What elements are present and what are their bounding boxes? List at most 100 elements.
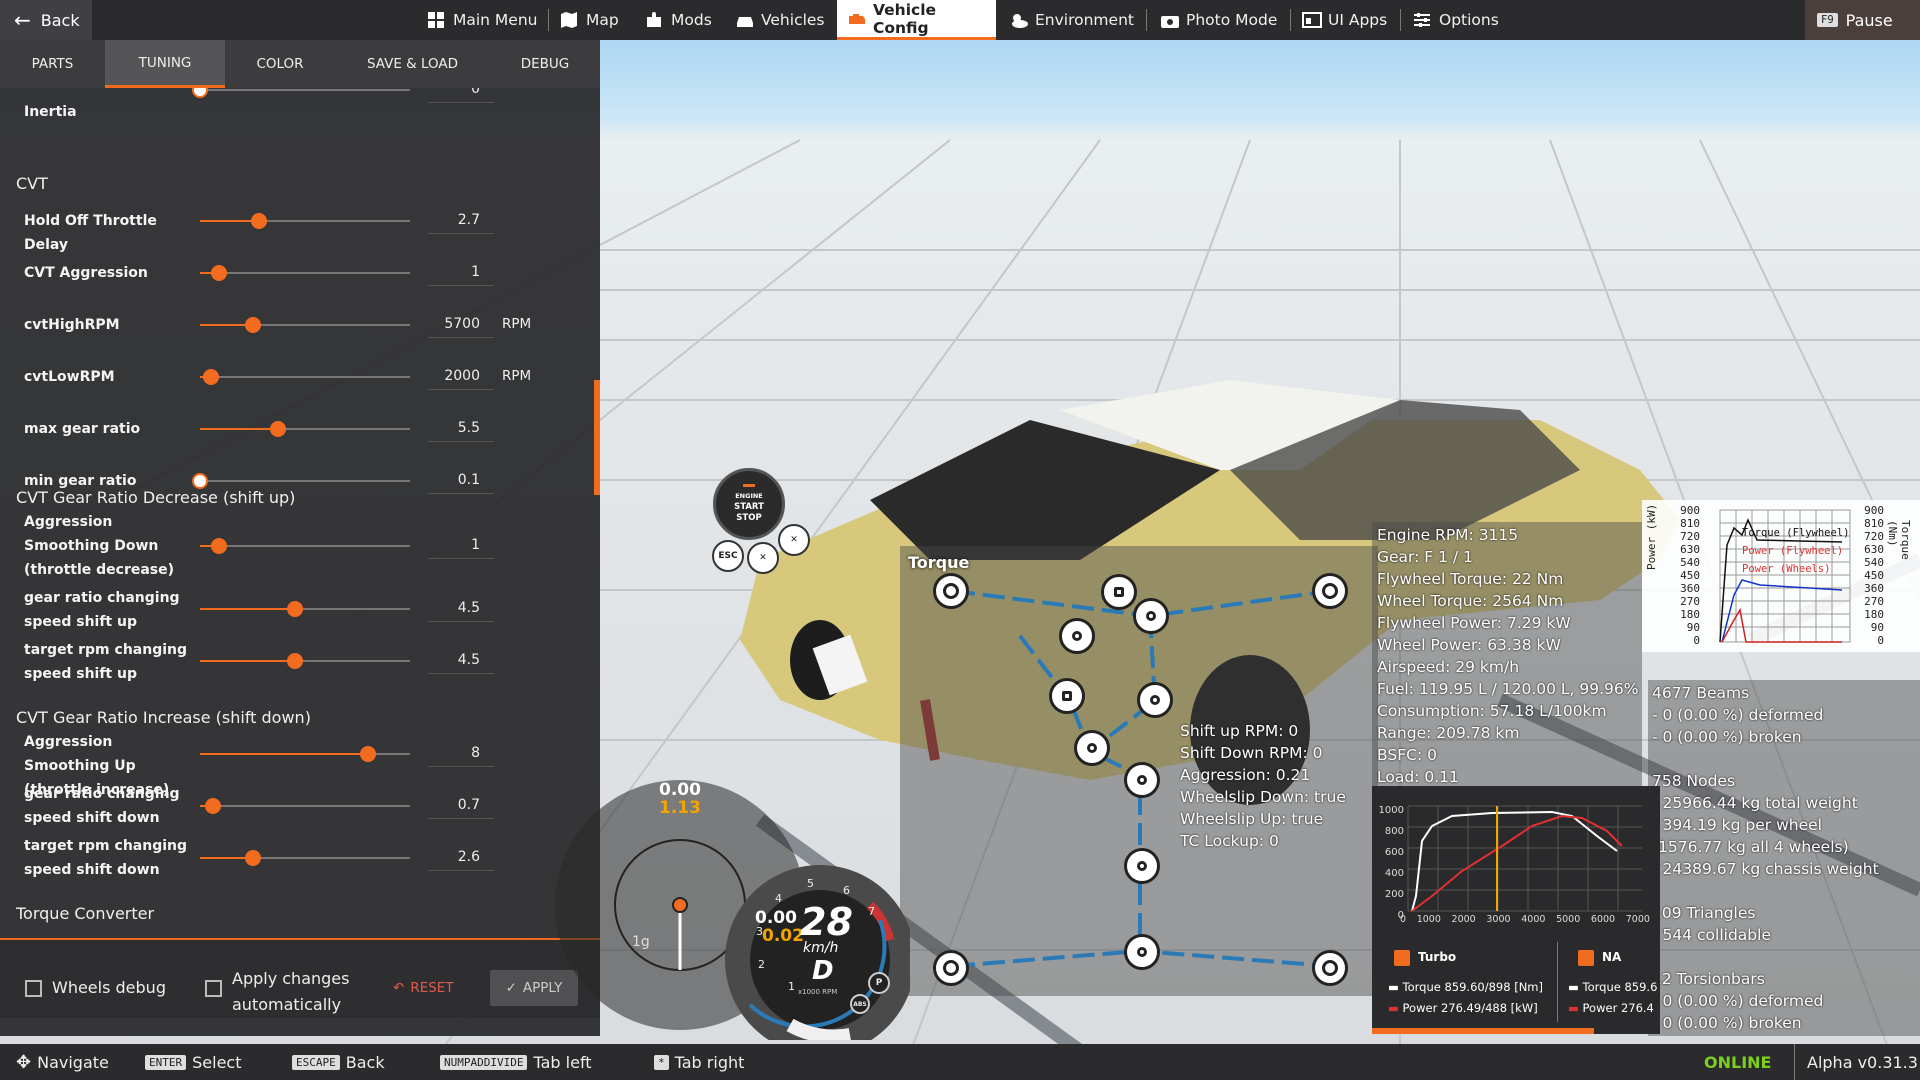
value-field[interactable]: 1 <box>428 532 494 559</box>
section-title: CVT <box>16 174 48 193</box>
slider-knob[interactable] <box>192 473 208 489</box>
value-field[interactable]: 4.5 <box>428 647 494 674</box>
abs-icon: ABS <box>850 994 870 1014</box>
menu-main-menu[interactable]: Main Menu <box>417 0 548 40</box>
slider-knob[interactable] <box>244 850 261 866</box>
value-field[interactable]: 2000 <box>428 363 494 390</box>
rpm-readout-sub: 0.02 <box>762 926 804 946</box>
value-field[interactable]: 8 <box>428 740 494 767</box>
wheel-node-icon[interactable] <box>1312 573 1348 609</box>
slider-knob[interactable] <box>286 601 303 617</box>
slider-gear-ratio-shift-down[interactable] <box>200 798 410 814</box>
tick: 180 <box>1864 608 1884 621</box>
na-checkbox[interactable] <box>1578 950 1594 966</box>
esc-icon[interactable]: ESC <box>712 540 744 572</box>
menu-photo-mode[interactable]: Photo Mode <box>1150 0 1287 40</box>
value-field[interactable]: 0 <box>428 88 494 103</box>
turbo-node-icon[interactable] <box>1059 618 1095 654</box>
shaft-node-icon[interactable] <box>1124 848 1160 884</box>
tab-tuning[interactable]: TUNING <box>105 40 225 88</box>
slider-knob[interactable] <box>360 746 376 762</box>
slider-knob[interactable] <box>210 265 227 281</box>
slider-gear-ratio-shift-up[interactable] <box>200 601 410 617</box>
hint-select[interactable]: ENTER Select <box>145 1044 241 1080</box>
shaft-node-icon[interactable] <box>1137 682 1173 718</box>
slider-knob[interactable] <box>269 421 286 437</box>
value-field[interactable]: 1 <box>428 259 494 286</box>
differential-lock-icon[interactable]: ✕ <box>747 542 779 574</box>
value-field[interactable]: 5700 <box>428 311 494 338</box>
weather-icon <box>1009 11 1028 29</box>
tab-parts[interactable]: PARTS <box>0 40 105 88</box>
hint-tab-right[interactable]: * Tab right <box>654 1044 744 1080</box>
slider-cvt-high-rpm[interactable] <box>200 317 410 333</box>
value-field[interactable]: 2.6 <box>428 844 494 871</box>
reset-button[interactable]: ↶ RESET <box>393 980 454 996</box>
rpm-tick: 2 <box>758 958 765 971</box>
tab-color[interactable]: COLOR <box>225 40 335 88</box>
slider-knob[interactable] <box>202 369 219 385</box>
apply-auto-checkbox[interactable] <box>205 980 222 997</box>
wheel-node-icon[interactable] <box>933 573 969 609</box>
unit-label: RPM <box>502 368 532 384</box>
slider-max-gear-ratio[interactable] <box>200 421 410 437</box>
info-line: - 394.19 kg per wheel <box>1652 816 1822 834</box>
tuning-list[interactable]: Inertia 0 CVT Hold Off Throttle Delay 2.… <box>0 88 600 978</box>
menu-options[interactable]: Options <box>1403 0 1509 40</box>
differential-node-icon[interactable] <box>1124 762 1160 798</box>
slider-aggression-smoothing-up[interactable] <box>200 746 410 762</box>
pause-button[interactable]: F9 Pause <box>1805 0 1920 40</box>
differential-node-icon[interactable] <box>1124 934 1160 970</box>
section-title: CVT Gear Ratio Increase (shift down) <box>16 708 311 727</box>
wheels-debug-checkbox[interactable] <box>25 980 42 997</box>
slider-hold-off-throttle-delay[interactable] <box>200 213 410 229</box>
panel-scrollbar[interactable] <box>594 380 600 495</box>
value-field[interactable]: 0.1 <box>428 467 494 494</box>
tab-debug[interactable]: DEBUG <box>490 40 600 88</box>
slider-knob[interactable] <box>192 88 208 98</box>
value-field[interactable]: 4.5 <box>428 595 494 622</box>
hint-tab-left[interactable]: NUMPADDIVIDE Tab left <box>440 1044 592 1080</box>
menu-vehicles[interactable]: Vehicles <box>725 0 835 40</box>
gearbox-node-icon[interactable] <box>1049 678 1085 714</box>
hint-back[interactable]: ESCAPE Back <box>292 1044 385 1080</box>
tick: 810 <box>1680 517 1700 530</box>
info-line: - 0 (0.00 %) broken <box>1652 1014 1802 1032</box>
slider-knob[interactable] <box>204 798 221 814</box>
menu-map[interactable]: Map <box>550 0 629 40</box>
slider-min-gear-ratio[interactable] <box>192 473 410 489</box>
tab-save-load[interactable]: SAVE & LOAD <box>335 40 490 88</box>
slider-knob[interactable] <box>244 317 261 333</box>
info-line: - 0 (0.00 %) deformed <box>1652 992 1824 1010</box>
slider-cvt-aggression[interactable] <box>200 265 410 281</box>
wheel-node-icon[interactable] <box>933 950 969 986</box>
value-field[interactable]: 2.7 <box>428 207 494 234</box>
clutch-node-icon[interactable] <box>1074 730 1110 766</box>
slider-cvt-low-rpm[interactable] <box>200 369 410 385</box>
slider-inertia[interactable] <box>192 88 410 98</box>
value-field[interactable]: 5.5 <box>428 415 494 442</box>
hint-navigate[interactable]: ✥ Navigate <box>16 1044 109 1080</box>
speed-value: 28 <box>800 900 853 944</box>
slider-target-rpm-shift-down[interactable] <box>200 850 410 866</box>
menu-mods[interactable]: Mods <box>635 0 722 40</box>
tick: 360 <box>1680 582 1700 595</box>
wheels-debug-label: Wheels debug <box>52 978 166 997</box>
menu-vehicle-config[interactable]: Vehicle Config <box>837 0 996 40</box>
slider-knob[interactable] <box>250 213 267 229</box>
turbo-checkbox[interactable] <box>1394 950 1410 966</box>
menu-ui-apps[interactable]: UI Apps <box>1292 0 1397 40</box>
menu-environment[interactable]: Environment <box>999 0 1144 40</box>
back-button[interactable]: ← Back <box>0 0 92 40</box>
slider-target-rpm-shift-up[interactable] <box>200 653 410 669</box>
slider-knob[interactable] <box>286 653 303 669</box>
engine-node-icon[interactable] <box>1101 574 1137 610</box>
wheel-node-icon[interactable] <box>1312 950 1348 986</box>
value-field[interactable]: 0.7 <box>428 792 494 819</box>
engine-start-stop-button[interactable]: ENGINE START STOP <box>713 468 785 540</box>
tick: 810 <box>1864 517 1884 530</box>
slider-aggression-smoothing-down[interactable] <box>200 538 410 554</box>
slider-knob[interactable] <box>210 538 227 554</box>
differential-lock-icon[interactable]: ✕ <box>778 524 810 556</box>
differential-node-icon[interactable] <box>1133 598 1169 634</box>
